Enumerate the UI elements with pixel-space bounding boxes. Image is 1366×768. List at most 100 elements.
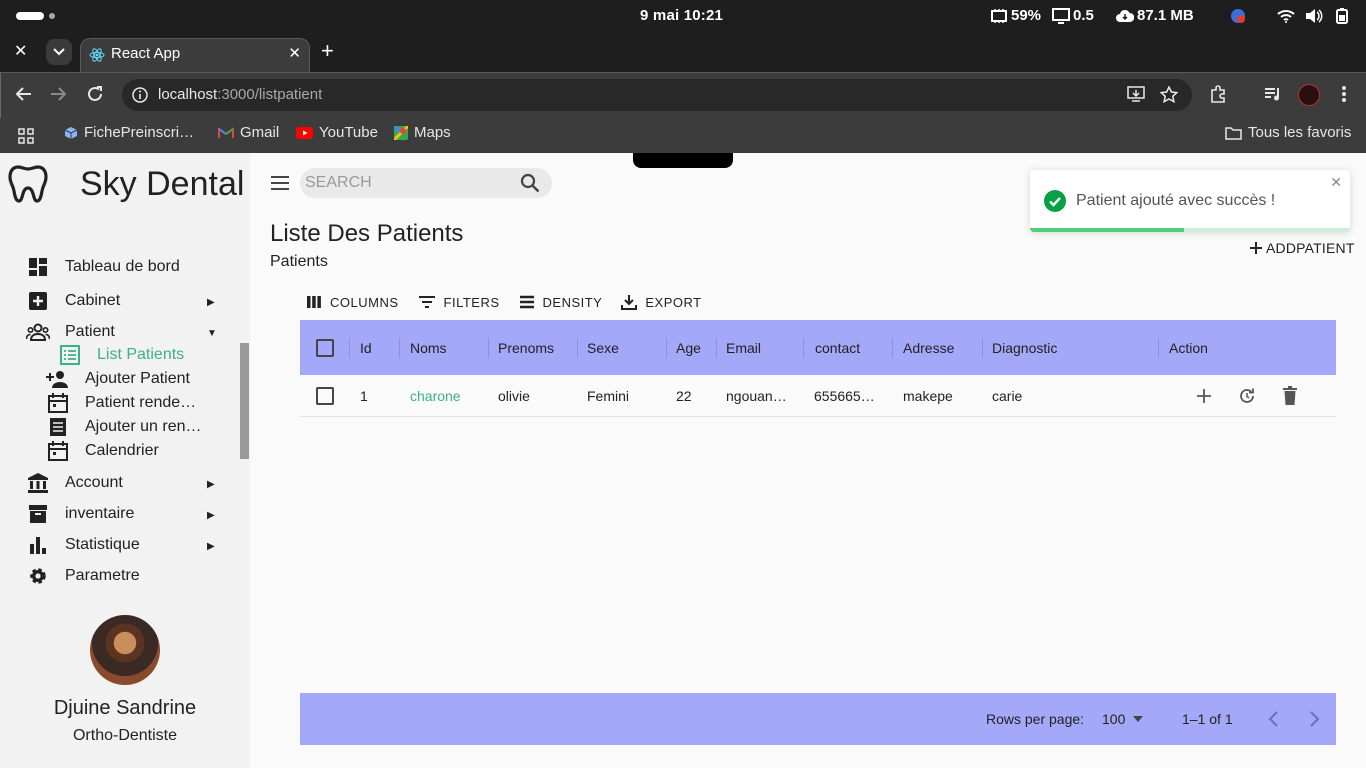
bookmark-gmail[interactable]: Gmail xyxy=(218,124,279,141)
cube-icon xyxy=(64,126,78,139)
close-icon[interactable]: ✕ xyxy=(1330,174,1342,191)
select-all-checkbox[interactable] xyxy=(316,320,334,375)
sidebar-item-patient[interactable]: Patient xyxy=(26,320,115,344)
sidebar-item-parametre[interactable]: Parametre xyxy=(26,564,140,588)
density-button[interactable]: DENSITY xyxy=(519,294,603,310)
add-icon[interactable] xyxy=(1196,385,1212,407)
column-separator[interactable] xyxy=(399,338,400,358)
previous-page-icon[interactable] xyxy=(1266,709,1282,729)
column-separator[interactable] xyxy=(716,338,717,358)
search-input[interactable] xyxy=(305,171,515,195)
profile-avatar[interactable] xyxy=(1298,84,1320,106)
browser-tab-strip: ✕ React App ✕ + xyxy=(0,32,1366,72)
column-header-sexe[interactable]: Sexe xyxy=(587,320,619,375)
extensions-icon[interactable] xyxy=(1210,85,1228,103)
table-row[interactable]: 1 charone olivie Femini 22 ngouan… 65566… xyxy=(300,375,1336,417)
chevron-right-icon[interactable]: ▶ xyxy=(207,297,215,308)
app-indicator-icon[interactable] xyxy=(1230,8,1246,24)
sidebar-item-tableau-de-bord[interactable]: Tableau de bord xyxy=(26,255,180,279)
next-page-icon[interactable] xyxy=(1306,709,1322,729)
chevron-down-icon xyxy=(53,48,65,56)
menu-hamburger-icon[interactable] xyxy=(270,175,290,191)
sidebar-sub-ajouter-rendez-vous[interactable]: Ajouter un ren… xyxy=(46,415,202,439)
add-patient-button[interactable]: ADDPATIENT xyxy=(1249,240,1355,256)
back-arrow-icon[interactable] xyxy=(14,86,32,102)
column-header-email[interactable]: Email xyxy=(726,320,761,375)
bookmark-maps[interactable]: Maps xyxy=(394,124,451,141)
column-separator[interactable] xyxy=(982,338,983,358)
chevron-right-icon[interactable]: ▶ xyxy=(207,479,215,490)
grid-header-row: Id Noms Prenoms Sexe Age Email contact A… xyxy=(300,320,1336,375)
column-header-age[interactable]: Age xyxy=(676,320,701,375)
site-info-icon[interactable] xyxy=(132,87,148,103)
sidebar-sub-ajouter-patient[interactable]: Ajouter Patient xyxy=(46,367,190,391)
sub-item-label: Patient rende… xyxy=(85,394,197,411)
calendar-icon xyxy=(46,391,70,415)
sidebar-item-cabinet[interactable]: Cabinet xyxy=(26,289,120,313)
close-tab-icon[interactable]: ✕ xyxy=(288,44,301,62)
apps-grid-icon[interactable] xyxy=(18,128,34,144)
column-header-adresse[interactable]: Adresse xyxy=(903,320,954,375)
rows-per-page-select[interactable]: 100 xyxy=(1102,711,1144,727)
column-header-prenoms[interactable]: Prenoms xyxy=(498,320,554,375)
all-bookmarks-folder[interactable]: Tous les favoris xyxy=(1225,124,1351,141)
sidebar-item-inventaire[interactable]: inventaire xyxy=(26,502,134,526)
toast-progress-fill xyxy=(1030,228,1184,232)
forward-arrow-icon[interactable] xyxy=(50,86,68,102)
monitor-icon xyxy=(1052,7,1070,24)
columns-button[interactable]: COLUMNS xyxy=(306,294,399,310)
page-title: Liste Des Patients xyxy=(270,220,464,247)
url-text[interactable]: localhost:3000/listpatient xyxy=(158,86,322,103)
more-vert-icon[interactable] xyxy=(1341,85,1347,103)
os-clock[interactable]: 9 mai 10:21 xyxy=(640,7,723,24)
reload-icon[interactable] xyxy=(87,86,103,102)
activities-indicator[interactable] xyxy=(16,12,44,20)
sidebar-item-account[interactable]: Account xyxy=(26,471,123,495)
export-button[interactable]: EXPORT xyxy=(621,294,701,310)
bookmark-youtube[interactable]: YouTube xyxy=(296,124,378,141)
cell-email: ngouan… xyxy=(726,388,787,404)
sidebar-sub-patient-rendez-vous[interactable]: Patient rende… xyxy=(46,391,196,415)
sidebar-sub-calendrier[interactable]: Calendrier xyxy=(46,439,159,463)
memory-value: 59% xyxy=(1011,7,1042,24)
cell-age: 22 xyxy=(676,388,692,404)
column-header-contact[interactable]: contact xyxy=(815,320,860,375)
refresh-icon[interactable] xyxy=(1238,385,1256,407)
column-separator[interactable] xyxy=(666,338,667,358)
column-header-diagnostic[interactable]: Diagnostic xyxy=(992,320,1057,375)
column-separator[interactable] xyxy=(1158,338,1159,358)
wifi-icon[interactable] xyxy=(1277,9,1295,23)
column-separator[interactable] xyxy=(803,338,804,358)
bookmark-star-icon[interactable] xyxy=(1160,86,1178,103)
column-separator[interactable] xyxy=(488,338,489,358)
browser-tab[interactable]: React App ✕ xyxy=(80,38,310,72)
install-app-icon[interactable] xyxy=(1127,86,1145,102)
tab-search-button[interactable] xyxy=(46,39,72,65)
new-tab-icon[interactable]: + xyxy=(321,38,334,64)
volume-icon[interactable] xyxy=(1305,8,1323,24)
sidebar-item-statistique[interactable]: Statistique xyxy=(26,533,140,557)
avatar[interactable] xyxy=(90,615,160,685)
column-header-noms[interactable]: Noms xyxy=(410,320,447,375)
cell-noms[interactable]: charone xyxy=(410,375,461,417)
media-controls-icon[interactable] xyxy=(1264,86,1282,102)
chevron-right-icon[interactable]: ▶ xyxy=(207,541,215,552)
column-header-action[interactable]: Action xyxy=(1169,320,1208,375)
sidebar-sub-list-patients[interactable]: List Patients xyxy=(58,343,184,367)
column-separator[interactable] xyxy=(577,338,578,358)
address-bar[interactable]: localhost:3000/listpatient xyxy=(122,79,1192,111)
filters-button[interactable]: FILTERS xyxy=(418,294,500,310)
column-header-id[interactable]: Id xyxy=(360,320,372,375)
delete-icon[interactable] xyxy=(1283,385,1297,407)
chevron-right-icon[interactable]: ▶ xyxy=(207,510,215,521)
search-icon[interactable] xyxy=(520,173,540,193)
bookmark-fichepreinscription[interactable]: FichePreinscri… xyxy=(64,124,194,141)
column-separator[interactable] xyxy=(349,338,350,358)
dropdown-arrow-icon xyxy=(1133,716,1144,722)
close-window-icon[interactable]: ✕ xyxy=(14,41,27,61)
column-separator[interactable] xyxy=(892,338,893,358)
battery-icon[interactable] xyxy=(1336,8,1348,24)
row-select-checkbox[interactable] xyxy=(316,375,334,417)
sidebar-scrollbar[interactable] xyxy=(240,343,249,459)
chevron-down-icon[interactable]: ▼ xyxy=(207,328,217,339)
